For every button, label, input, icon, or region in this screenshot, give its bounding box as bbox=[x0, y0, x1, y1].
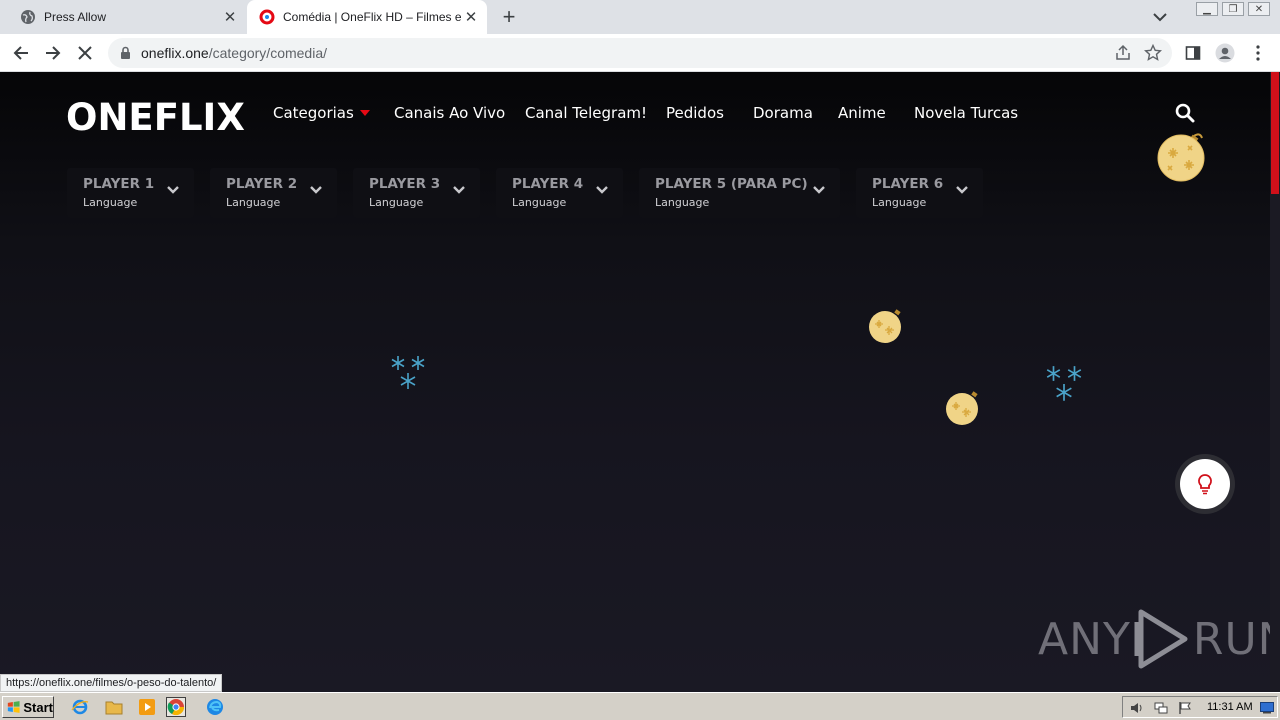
scrollbar-thumb[interactable] bbox=[1271, 72, 1279, 194]
close-tab-icon[interactable]: ✕ bbox=[461, 7, 481, 27]
lightbulb-icon bbox=[1180, 459, 1230, 509]
site-logo[interactable]: ONEFLIX bbox=[66, 96, 245, 139]
player-language: Language bbox=[226, 196, 281, 209]
caret-down-icon bbox=[359, 110, 370, 116]
lightbulb-button[interactable] bbox=[1175, 454, 1235, 514]
file-explorer-icon[interactable] bbox=[104, 697, 124, 717]
page-viewport: ONEFLIX Categorias Canais Ao Vivo Canal … bbox=[0, 72, 1270, 692]
network-icon[interactable] bbox=[1153, 700, 1169, 716]
player-name: PLAYER 2 bbox=[226, 176, 298, 192]
snowflake-icon bbox=[1043, 363, 1085, 410]
forward-button[interactable] bbox=[42, 42, 64, 64]
nav-categorias[interactable]: Categorias bbox=[273, 104, 370, 122]
nav-anime[interactable]: Anime bbox=[838, 104, 886, 122]
tab-comedia[interactable]: Comédia | OneFlix HD – Filmes e Séries ✕ bbox=[247, 0, 487, 34]
christmas-ornament-icon bbox=[867, 308, 905, 349]
back-button[interactable] bbox=[10, 42, 32, 64]
action-center-flag-icon[interactable] bbox=[1177, 700, 1193, 716]
globe-icon bbox=[20, 9, 36, 25]
player-name: PLAYER 1 bbox=[83, 176, 155, 192]
browser-toolbar: oneflix.one/category/comedia/ bbox=[0, 34, 1280, 72]
player-language: Language bbox=[655, 196, 710, 209]
chrome-menu-icon[interactable] bbox=[1247, 42, 1269, 64]
side-panel-icon[interactable] bbox=[1182, 42, 1204, 64]
close-window-button[interactable]: ✕ bbox=[1248, 2, 1270, 16]
window-controls: ▁ ❐ ✕ bbox=[1196, 2, 1270, 16]
player-name: PLAYER 6 bbox=[872, 176, 944, 192]
stop-loading-button[interactable] bbox=[74, 42, 96, 64]
share-icon[interactable] bbox=[1114, 44, 1132, 67]
windows-taskbar: Start 11:31 AM bbox=[0, 692, 1280, 720]
tab-title: Press Allow bbox=[44, 10, 107, 24]
tab-title: Comédia | OneFlix HD – Filmes e Séries bbox=[283, 10, 461, 24]
player-selector-2[interactable]: PLAYER 2 Language bbox=[210, 168, 337, 218]
address-bar[interactable]: oneflix.one/category/comedia/ bbox=[108, 38, 1172, 68]
player-language: Language bbox=[83, 196, 138, 209]
minimize-button[interactable]: ▁ bbox=[1196, 2, 1218, 16]
chevron-down-icon bbox=[166, 182, 180, 200]
bookmark-star-icon[interactable] bbox=[1143, 43, 1163, 67]
chevron-down-icon bbox=[955, 182, 969, 200]
snowflake-icon bbox=[388, 353, 428, 398]
player-selector-5[interactable]: PLAYER 5 (PARA PC) Language bbox=[639, 168, 840, 218]
nav-canais-ao-vivo[interactable]: Canais Ao Vivo bbox=[394, 104, 505, 122]
christmas-ornament-icon bbox=[1156, 130, 1208, 187]
player-selector-4[interactable]: PLAYER 4 Language bbox=[496, 168, 623, 218]
edge-icon[interactable] bbox=[205, 697, 225, 717]
oneflix-favicon-icon bbox=[259, 9, 275, 25]
clock[interactable]: 11:31 AM bbox=[1207, 701, 1253, 713]
close-tab-icon[interactable]: ✕ bbox=[220, 7, 240, 27]
christmas-ornament-icon bbox=[944, 390, 982, 431]
nav-dorama[interactable]: Dorama bbox=[753, 104, 813, 122]
player-selector-1[interactable]: PLAYER 1 Language bbox=[67, 168, 194, 218]
profile-avatar-icon[interactable] bbox=[1214, 42, 1236, 64]
player-language: Language bbox=[872, 196, 927, 209]
player-selector-3[interactable]: PLAYER 3 Language bbox=[353, 168, 480, 218]
browser-tab-strip: Press Allow ✕ Comédia | OneFlix HD – Fil… bbox=[0, 0, 1280, 34]
tab-press-allow[interactable]: Press Allow ✕ bbox=[8, 0, 246, 34]
media-player-icon[interactable] bbox=[137, 697, 157, 717]
windows-logo-icon bbox=[7, 701, 20, 713]
status-bar-link-preview: https://oneflix.one/filmes/o-peso-do-tal… bbox=[0, 674, 223, 692]
player-language: Language bbox=[512, 196, 567, 209]
anyrun-watermark: ANY RUN bbox=[1038, 608, 1270, 670]
player-name: PLAYER 5 (PARA PC) bbox=[655, 176, 808, 192]
player-language: Language bbox=[369, 196, 424, 209]
play-triangle-icon bbox=[1134, 609, 1188, 669]
internet-explorer-icon[interactable] bbox=[70, 697, 90, 717]
maximize-button[interactable]: ❐ bbox=[1222, 2, 1244, 16]
new-tab-button[interactable]: + bbox=[498, 4, 520, 29]
search-icon[interactable] bbox=[1174, 102, 1196, 124]
player-name: PLAYER 4 bbox=[512, 176, 584, 192]
tab-search-chevron-icon[interactable] bbox=[1150, 8, 1170, 26]
system-tray: 11:31 AM bbox=[1122, 696, 1278, 718]
volume-icon[interactable] bbox=[1129, 700, 1145, 716]
player-name: PLAYER 3 bbox=[369, 176, 441, 192]
start-button[interactable]: Start bbox=[2, 696, 54, 718]
nav-label: Categorias bbox=[273, 104, 354, 122]
url-text: oneflix.one/category/comedia/ bbox=[141, 45, 328, 61]
nav-novela-turcas[interactable]: Novela Turcas bbox=[914, 104, 1018, 122]
chevron-down-icon bbox=[595, 182, 609, 200]
show-desktop-icon[interactable] bbox=[1259, 700, 1275, 716]
player-selector-6[interactable]: PLAYER 6 Language bbox=[856, 168, 983, 218]
chevron-down-icon bbox=[452, 182, 466, 200]
lock-icon[interactable] bbox=[120, 46, 131, 65]
chrome-taskbar-icon[interactable] bbox=[166, 697, 186, 717]
chevron-down-icon bbox=[309, 182, 323, 200]
chevron-down-icon bbox=[812, 182, 826, 200]
nav-canal-telegram[interactable]: Canal Telegram! bbox=[525, 104, 647, 122]
nav-pedidos[interactable]: Pedidos bbox=[666, 104, 724, 122]
